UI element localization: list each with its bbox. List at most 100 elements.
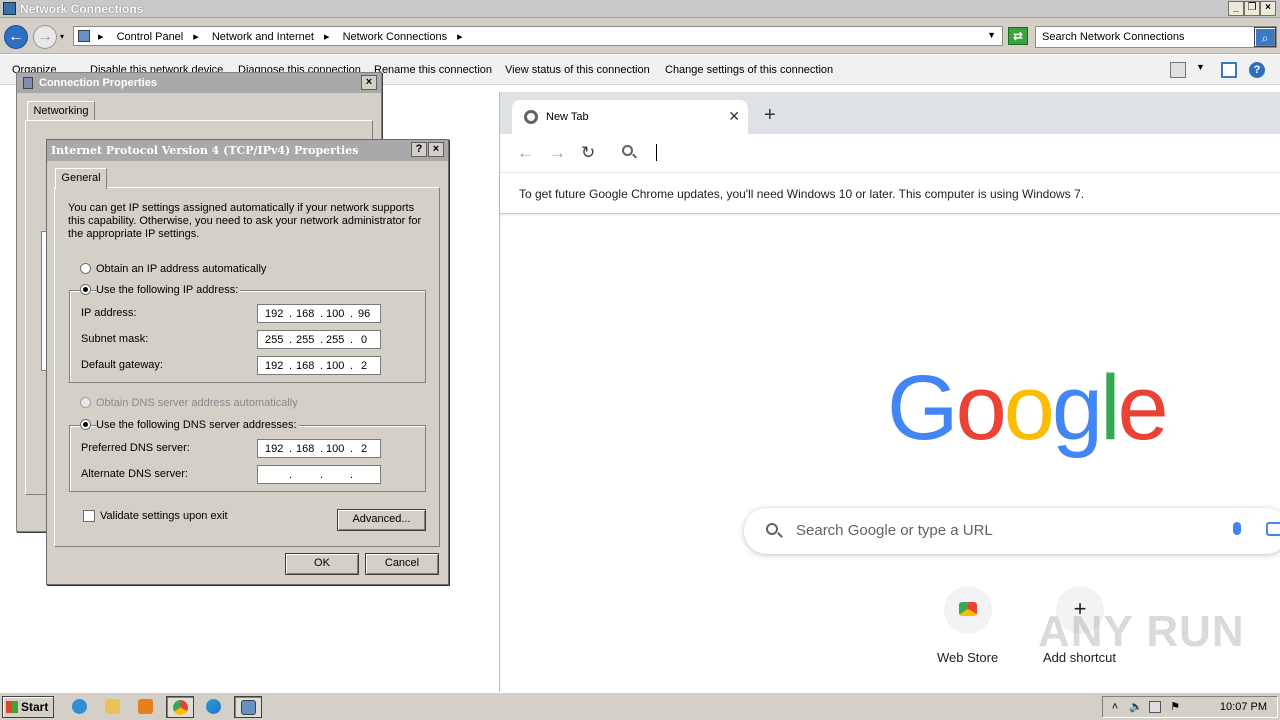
rename-button[interactable]: Rename this connection (374, 64, 492, 76)
search-placeholder: Search Google or type a URL (796, 522, 993, 539)
network-connections-icon (3, 2, 16, 15)
preferred-dns-label: Preferred DNS server: (81, 442, 190, 454)
address-dropdown-icon[interactable]: ▼ (987, 30, 996, 40)
advanced-button[interactable]: Advanced... (337, 509, 426, 531)
google-logo-letter: g (1051, 357, 1103, 459)
volume-icon[interactable]: 🔈 (1129, 701, 1143, 713)
gateway-octet: 100 (326, 360, 345, 372)
back-button[interactable]: ← (4, 25, 28, 49)
chrome-icon (173, 700, 188, 715)
tab-general[interactable]: General (55, 168, 107, 189)
change-settings-button[interactable]: Change settings of this connection (665, 64, 833, 76)
alternate-dns-label: Alternate DNS server: (81, 468, 188, 480)
alternate-dns-field[interactable]: ... (257, 465, 381, 484)
taskbar: Start ˄ 🔈 ⚑ 10:07 PM (0, 692, 1280, 720)
auto-dns-label: Obtain DNS server address automatically (96, 397, 298, 409)
manual-dns-radio[interactable] (80, 419, 91, 430)
web-store-label[interactable]: Web Store (937, 650, 998, 665)
restore-button[interactable]: ❐ (1244, 1, 1260, 16)
breadcrumb-chevron-icon[interactable]: ▸ (457, 31, 463, 43)
connection-icon (23, 77, 33, 89)
tab-new-tab[interactable]: New Tab ✕ (512, 100, 748, 134)
reload-icon[interactable]: ↻ (581, 143, 595, 163)
breadcrumb-network-connections[interactable]: Network Connections (343, 31, 448, 43)
clock[interactable]: 10:07 PM (1220, 701, 1267, 713)
edge-icon (206, 699, 221, 714)
ip-address-field[interactable]: 192. 168. 100. 96 (257, 304, 381, 323)
validate-label[interactable]: Validate settings upon exit (100, 510, 228, 522)
new-tab-icon[interactable]: + (764, 104, 776, 127)
address-bar[interactable]: ▸ Control Panel ▸ Network and Internet ▸ N… (73, 26, 1003, 46)
google-logo-letter: G (887, 357, 959, 459)
dialog-titlebar: Connection Properties × (17, 73, 381, 93)
breadcrumb-sep[interactable]: ▸ (98, 31, 104, 43)
validate-checkbox[interactable] (83, 510, 95, 522)
ip-octet: 96 (358, 308, 371, 320)
taskbar-network[interactable] (234, 696, 262, 718)
web-store-shortcut[interactable] (944, 586, 992, 634)
auto-ip-radio[interactable] (80, 263, 91, 274)
web-store-icon (959, 602, 977, 616)
action-center-flag-icon[interactable]: ⚑ (1169, 701, 1181, 713)
manual-dns-label[interactable]: Use the following DNS server addresses: (96, 419, 299, 431)
taskbar-chrome[interactable] (166, 696, 194, 718)
manual-ip-radio[interactable] (80, 284, 91, 295)
ok-button[interactable]: OK (285, 553, 359, 575)
gateway-field[interactable]: 192. 168. 100. 2 (257, 356, 381, 375)
start-button[interactable]: Start (2, 696, 54, 718)
show-hidden-icons-icon[interactable]: ˄ (1109, 701, 1121, 713)
refresh-button[interactable]: ⇄ (1008, 27, 1028, 45)
forward-icon[interactable]: → (549, 143, 566, 163)
view-dropdown-icon[interactable]: ▼ (1196, 62, 1206, 78)
minimize-button[interactable]: _ (1228, 1, 1244, 16)
mic-icon[interactable] (1233, 522, 1241, 535)
taskbar-ie[interactable] (66, 696, 94, 718)
recent-pages-chevron-icon[interactable]: ▾ (60, 32, 64, 41)
folder-icon (105, 699, 120, 714)
network-icon (241, 700, 256, 715)
google-search-box[interactable]: Search Google or type a URL (744, 508, 1280, 554)
taskbar-media[interactable] (132, 696, 160, 718)
search-input[interactable]: Search Network Connections ⌕ (1035, 26, 1277, 48)
search-icon[interactable]: ⌕ (1254, 27, 1276, 47)
intro-text: You can get IP settings assigned automat… (68, 202, 422, 240)
close-button[interactable]: × (1260, 1, 1276, 16)
back-icon[interactable]: ← (517, 143, 534, 163)
breadcrumb-network-internet[interactable]: Network and Internet (212, 31, 314, 43)
close-button[interactable]: × (361, 75, 377, 90)
help-icon[interactable]: ? (1249, 62, 1265, 78)
chrome-icon (524, 110, 538, 124)
preview-pane-icon[interactable] (1221, 62, 1237, 78)
dialog-title: Connection Properties (39, 77, 157, 89)
taskbar-explorer[interactable] (99, 696, 127, 718)
view-options-icon[interactable] (1170, 62, 1186, 78)
close-tab-icon[interactable]: ✕ (728, 108, 740, 125)
dns-octet: 2 (361, 443, 368, 455)
tab-networking[interactable]: Networking (27, 101, 95, 121)
cancel-button[interactable]: Cancel (365, 553, 439, 575)
chrome-toolbar: ← → ↻ (500, 134, 1280, 172)
breadcrumb-control-panel[interactable]: Control Panel (117, 31, 184, 43)
forward-button[interactable]: → (33, 25, 57, 49)
mask-octet: 255 (296, 334, 315, 346)
gateway-octet: 192 (265, 360, 284, 372)
dns-octet: 168 (296, 443, 315, 455)
auto-ip-label[interactable]: Obtain an IP address automatically (96, 263, 266, 275)
google-logo: Google (887, 357, 1169, 459)
explorer-titlebar: Network Connections _ ❐ × (0, 0, 1280, 18)
network-tray-icon[interactable] (1149, 701, 1161, 713)
close-button[interactable]: × (428, 142, 444, 157)
lens-icon[interactable] (1266, 522, 1280, 536)
ip-address-label: IP address: (81, 307, 137, 319)
manual-ip-label[interactable]: Use the following IP address: (96, 284, 241, 296)
auto-dns-radio (80, 397, 91, 408)
omnibox-input[interactable] (656, 144, 657, 161)
taskbar-edge[interactable] (200, 696, 228, 718)
view-status-button[interactable]: View status of this connection (505, 64, 650, 76)
breadcrumb-chevron-icon[interactable]: ▸ (193, 31, 199, 43)
infobar-text: To get future Google Chrome updates, you… (519, 187, 1085, 201)
subnet-mask-field[interactable]: 255. 255. 255. 0 (257, 330, 381, 349)
help-button[interactable]: ? (411, 142, 427, 157)
breadcrumb-chevron-icon[interactable]: ▸ (324, 31, 330, 43)
preferred-dns-field[interactable]: 192. 168. 100. 2 (257, 439, 381, 458)
